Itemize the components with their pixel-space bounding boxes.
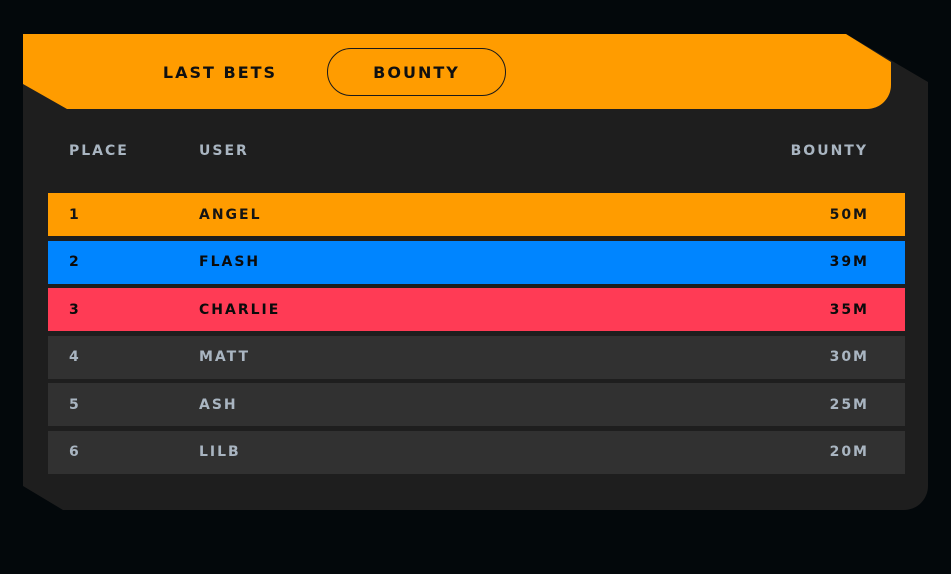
user-cell: ASH (199, 396, 238, 413)
user-cell: MATT (199, 349, 251, 365)
tab-last-bets[interactable]: LAST BETS (135, 48, 305, 96)
leaderboard-table: 1 ANGEL 50M 2 FLASH 39M 3 CHARLIE 35M 4 … (48, 193, 905, 478)
column-header-bounty: BOUNTY (790, 143, 868, 159)
place-cell: 6 (69, 444, 81, 460)
place-cell: 5 (69, 396, 81, 413)
user-cell: LILB (199, 444, 241, 460)
bounty-cell: 20M (829, 444, 869, 460)
place-cell: 2 (69, 254, 81, 270)
tab-bounty[interactable]: BOUNTY (327, 48, 506, 96)
table-row[interactable]: 3 CHARLIE 35M (48, 288, 905, 331)
table-row[interactable]: 6 LILB 20M (48, 430, 905, 474)
bounty-cell: 25M (829, 396, 869, 413)
bounty-cell: 50M (829, 206, 869, 223)
user-cell: FLASH (199, 254, 261, 270)
place-cell: 4 (69, 349, 81, 365)
bounty-cell: 39M (829, 254, 869, 270)
bounty-cell: 30M (829, 349, 869, 365)
place-cell: 1 (69, 206, 81, 223)
table-row[interactable]: 5 ASH 25M (48, 383, 905, 426)
table-row[interactable]: 1 ANGEL 50M (48, 193, 905, 236)
bounty-cell: 35M (829, 301, 869, 318)
user-cell: ANGEL (199, 206, 262, 223)
table-row[interactable]: 4 MATT 30M (48, 335, 905, 379)
column-header-user: USER (199, 143, 249, 159)
column-header-place: PLACE (69, 143, 129, 159)
place-cell: 3 (69, 301, 81, 318)
table-row[interactable]: 2 FLASH 39M (48, 240, 905, 284)
user-cell: CHARLIE (199, 301, 281, 318)
